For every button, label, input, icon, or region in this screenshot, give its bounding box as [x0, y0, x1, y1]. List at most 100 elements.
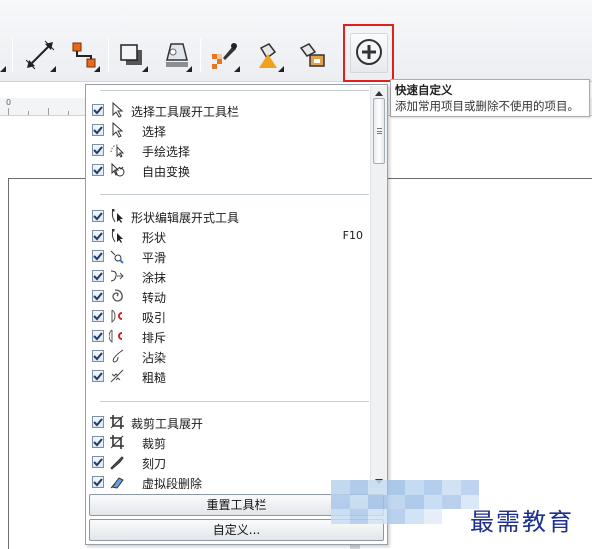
- ruler-label: 0: [6, 98, 12, 107]
- toolbar-separator: [12, 38, 13, 72]
- shortcut-label: F10: [342, 229, 363, 242]
- toolbar-separator: [200, 38, 201, 72]
- checkbox[interactable]: [92, 416, 104, 428]
- dimension-tool-button[interactable]: [22, 38, 58, 74]
- toolbar-separator: [108, 38, 109, 72]
- attract-icon: [109, 308, 125, 324]
- menu-item-smudge[interactable]: 沾染: [86, 346, 369, 366]
- checkbox[interactable]: [92, 436, 104, 448]
- menu-separator: [100, 401, 369, 402]
- roughen-icon: [109, 368, 125, 384]
- scroll-up-button[interactable]: [371, 86, 387, 98]
- checkbox[interactable]: [92, 476, 104, 488]
- drop-shadow-tool-button[interactable]: [114, 38, 150, 74]
- toolbar-items-list: 选择工具展开工具栏 选择 手绘选择 自由变换 形状编辑展开式工具 形状 F10 …: [86, 85, 369, 489]
- menu-scrollbar[interactable]: [370, 86, 387, 488]
- checkbox[interactable]: [92, 310, 104, 322]
- menu-item-free-transform[interactable]: 自由变换: [86, 160, 369, 180]
- quick-customize-button[interactable]: [343, 24, 394, 82]
- pick-arrow-icon: [109, 102, 125, 118]
- toolbox-toolbar: [0, 0, 592, 82]
- menu-item-label: 涂抹: [142, 271, 167, 285]
- crop-icon: [109, 414, 125, 430]
- flyout-indicator: [234, 66, 240, 72]
- blurred-watermark-mosaic: [331, 480, 479, 524]
- menu-item-label: 排斥: [142, 331, 167, 345]
- menu-item-pick[interactable]: 选择: [86, 120, 369, 140]
- menu-item-label: 裁剪: [142, 437, 167, 451]
- drawing-page[interactable]: [8, 178, 92, 549]
- ruler-tick: [68, 111, 69, 115]
- menu-item-label: 形状: [142, 231, 167, 245]
- repel-icon: [109, 328, 125, 344]
- ruler-tick: [48, 108, 49, 115]
- virtual-segment-delete-icon: [109, 474, 125, 489]
- scroll-up-arrow-icon: [375, 85, 383, 99]
- checkbox[interactable]: [92, 350, 104, 362]
- transparency-tool-button[interactable]: [158, 38, 194, 74]
- twirl-icon: [109, 288, 125, 304]
- menu-item-crop[interactable]: 裁剪: [86, 432, 369, 452]
- flyout-indicator: [0, 66, 6, 72]
- menu-group-pick-tools[interactable]: 选择工具展开工具栏: [86, 100, 369, 120]
- quick-customize-face: [349, 33, 388, 73]
- menu-item-virtual-segment-delete[interactable]: 虚拟段删除: [86, 472, 369, 489]
- checkbox[interactable]: [92, 104, 104, 116]
- ruler-tick: [28, 111, 29, 115]
- checkbox[interactable]: [92, 330, 104, 342]
- tooltip-description: 添加常用项目或删除不使用的项目。: [395, 99, 579, 113]
- menu-item-smooth[interactable]: 平滑: [86, 246, 369, 266]
- menu-item-label: 选择: [142, 125, 167, 139]
- checkbox[interactable]: [92, 370, 104, 382]
- menu-group-shape-edit[interactable]: 形状编辑展开式工具: [86, 206, 369, 226]
- flyout-indicator: [186, 66, 192, 72]
- menu-item-smear[interactable]: 涂抹: [86, 266, 369, 286]
- menu-item-label: 自由变换: [142, 165, 191, 179]
- interactive-fill-tool-button[interactable]: [250, 38, 286, 74]
- shape-tool-icon: [109, 208, 125, 224]
- menu-item-shape[interactable]: 形状 F10: [86, 226, 369, 246]
- pick-arrow-icon: [109, 122, 125, 138]
- checkbox[interactable]: [92, 290, 104, 302]
- flyout-indicator: [50, 66, 56, 72]
- menu-separator: [100, 90, 369, 91]
- menu-item-repel[interactable]: 排斥: [86, 326, 369, 346]
- customize-tooltip: 快速自定义 添加常用项目或删除不使用的项目。: [390, 79, 590, 117]
- checkbox[interactable]: [92, 144, 104, 156]
- menu-item-attract[interactable]: 吸引: [86, 306, 369, 326]
- checkbox[interactable]: [92, 164, 104, 176]
- checkbox[interactable]: [92, 456, 104, 468]
- menu-item-freehand-pick[interactable]: 手绘选择: [86, 140, 369, 160]
- smudge-icon: [109, 348, 125, 364]
- menu-group-label: 形状编辑展开式工具: [131, 211, 240, 225]
- color-eyedropper-tool-button[interactable]: [206, 38, 242, 74]
- checkbox[interactable]: [92, 210, 104, 222]
- checkbox[interactable]: [92, 230, 104, 242]
- menu-item-roughen[interactable]: 粗糙: [86, 366, 369, 386]
- watermark-text: 最需教育: [470, 508, 574, 536]
- scroll-thumb[interactable]: [373, 98, 385, 164]
- knife-icon: [109, 454, 125, 470]
- menu-group-crop-tools[interactable]: 裁剪工具展开: [86, 412, 369, 432]
- partial-tool-button[interactable]: [0, 38, 8, 74]
- menu-item-knife[interactable]: 刻刀: [86, 452, 369, 472]
- tooltip-title: 快速自定义: [395, 83, 453, 97]
- menu-item-label: 转动: [142, 291, 167, 305]
- smear-icon: [109, 268, 125, 284]
- checkbox[interactable]: [92, 270, 104, 282]
- smart-fill-tool-button[interactable]: [294, 38, 330, 74]
- freehand-pick-icon: [109, 142, 125, 158]
- grip-icon: [376, 128, 382, 134]
- checkbox[interactable]: [92, 250, 104, 262]
- flyout-indicator: [142, 66, 148, 72]
- drawing-page-edge: [386, 178, 592, 179]
- menu-item-label: 沾染: [142, 351, 167, 365]
- quick-customize-menu: 选择工具展开工具栏 选择 手绘选择 自由变换 形状编辑展开式工具 形状 F10 …: [85, 84, 388, 545]
- checkbox[interactable]: [92, 124, 104, 136]
- menu-group-label: 裁剪工具展开: [131, 417, 204, 431]
- menu-item-twirl[interactable]: 转动: [86, 286, 369, 306]
- smart-fill-icon: [297, 40, 327, 73]
- crop-icon: [109, 434, 125, 450]
- connector-tool-button[interactable]: [66, 38, 102, 74]
- menu-group-label: 选择工具展开工具栏: [131, 105, 240, 119]
